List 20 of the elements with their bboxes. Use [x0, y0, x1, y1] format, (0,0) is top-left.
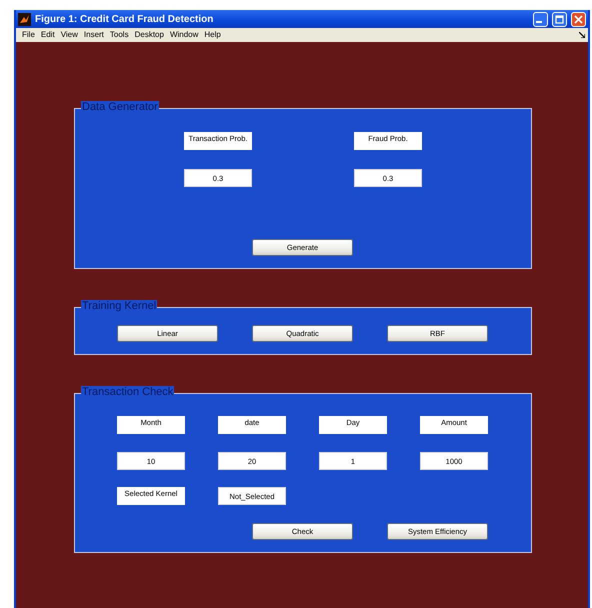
panel-title: Transaction Check — [81, 386, 174, 398]
dock-arrow-icon[interactable] — [579, 32, 585, 38]
app-icon — [18, 12, 31, 26]
menu-item[interactable]: Edit — [38, 29, 58, 41]
menu-item[interactable]: Desktop — [132, 29, 167, 41]
minimize-button[interactable] — [533, 12, 548, 26]
menu-item[interactable]: Insert — [80, 29, 107, 41]
menu-item[interactable]: File — [19, 29, 38, 41]
menu-item[interactable]: Help — [201, 29, 224, 41]
panel-title: Training Kernel — [81, 300, 158, 312]
menu-item[interactable]: View — [58, 29, 81, 41]
menu-item[interactable]: Tools — [106, 29, 132, 41]
menu-item[interactable]: Window — [166, 29, 202, 41]
minimize-icon — [536, 21, 542, 23]
maximize-button[interactable] — [552, 12, 567, 26]
close-icon — [574, 14, 583, 24]
maximize-icon — [555, 14, 564, 24]
window-title: Figure 1: Credit Card Fraud Detection — [35, 12, 214, 26]
panel-title: Data Generator — [81, 101, 159, 113]
close-button[interactable] — [571, 12, 586, 26]
